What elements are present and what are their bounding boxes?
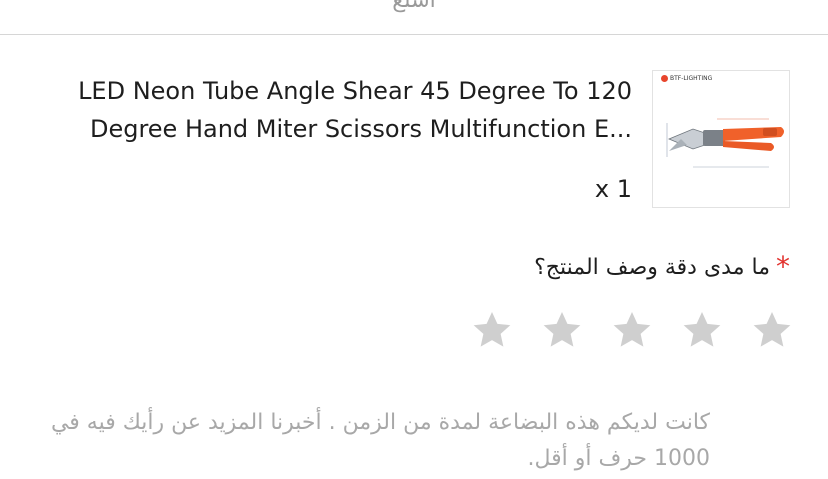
miter-scissors-image xyxy=(666,118,784,168)
product-title-line-1: LED Neon Tube Angle Shear 45 Degree To 1… xyxy=(78,77,632,105)
product-thumbnail[interactable]: BTF-LIGHTING xyxy=(652,70,790,208)
star-rating[interactable] xyxy=(470,308,794,352)
thumbnail-brand: BTF-LIGHTING xyxy=(661,75,712,82)
section-header-label: أسلع xyxy=(392,0,436,13)
product-quantity: x 1 xyxy=(594,175,632,203)
product-title: LED Neon Tube Angle Shear 45 Degree To 1… xyxy=(22,72,632,148)
header-divider xyxy=(0,34,828,35)
rating-question-row: *ما مدى دقة وصف المنتج؟ xyxy=(534,250,790,283)
rating-question: ما مدى دقة وصف المنتج؟ xyxy=(534,255,770,280)
star-2-icon[interactable] xyxy=(680,308,724,352)
review-placeholder[interactable]: كانت لديكم هذه البضاعة لمدة من الزمن . أ… xyxy=(30,405,710,477)
star-4-icon[interactable] xyxy=(540,308,584,352)
required-asterisk: * xyxy=(776,250,790,283)
product-title-line-2: Degree Hand Miter Scissors Multifunction… xyxy=(89,115,632,143)
star-1-icon[interactable] xyxy=(750,308,794,352)
star-5-icon[interactable] xyxy=(470,308,514,352)
star-3-icon[interactable] xyxy=(610,308,654,352)
